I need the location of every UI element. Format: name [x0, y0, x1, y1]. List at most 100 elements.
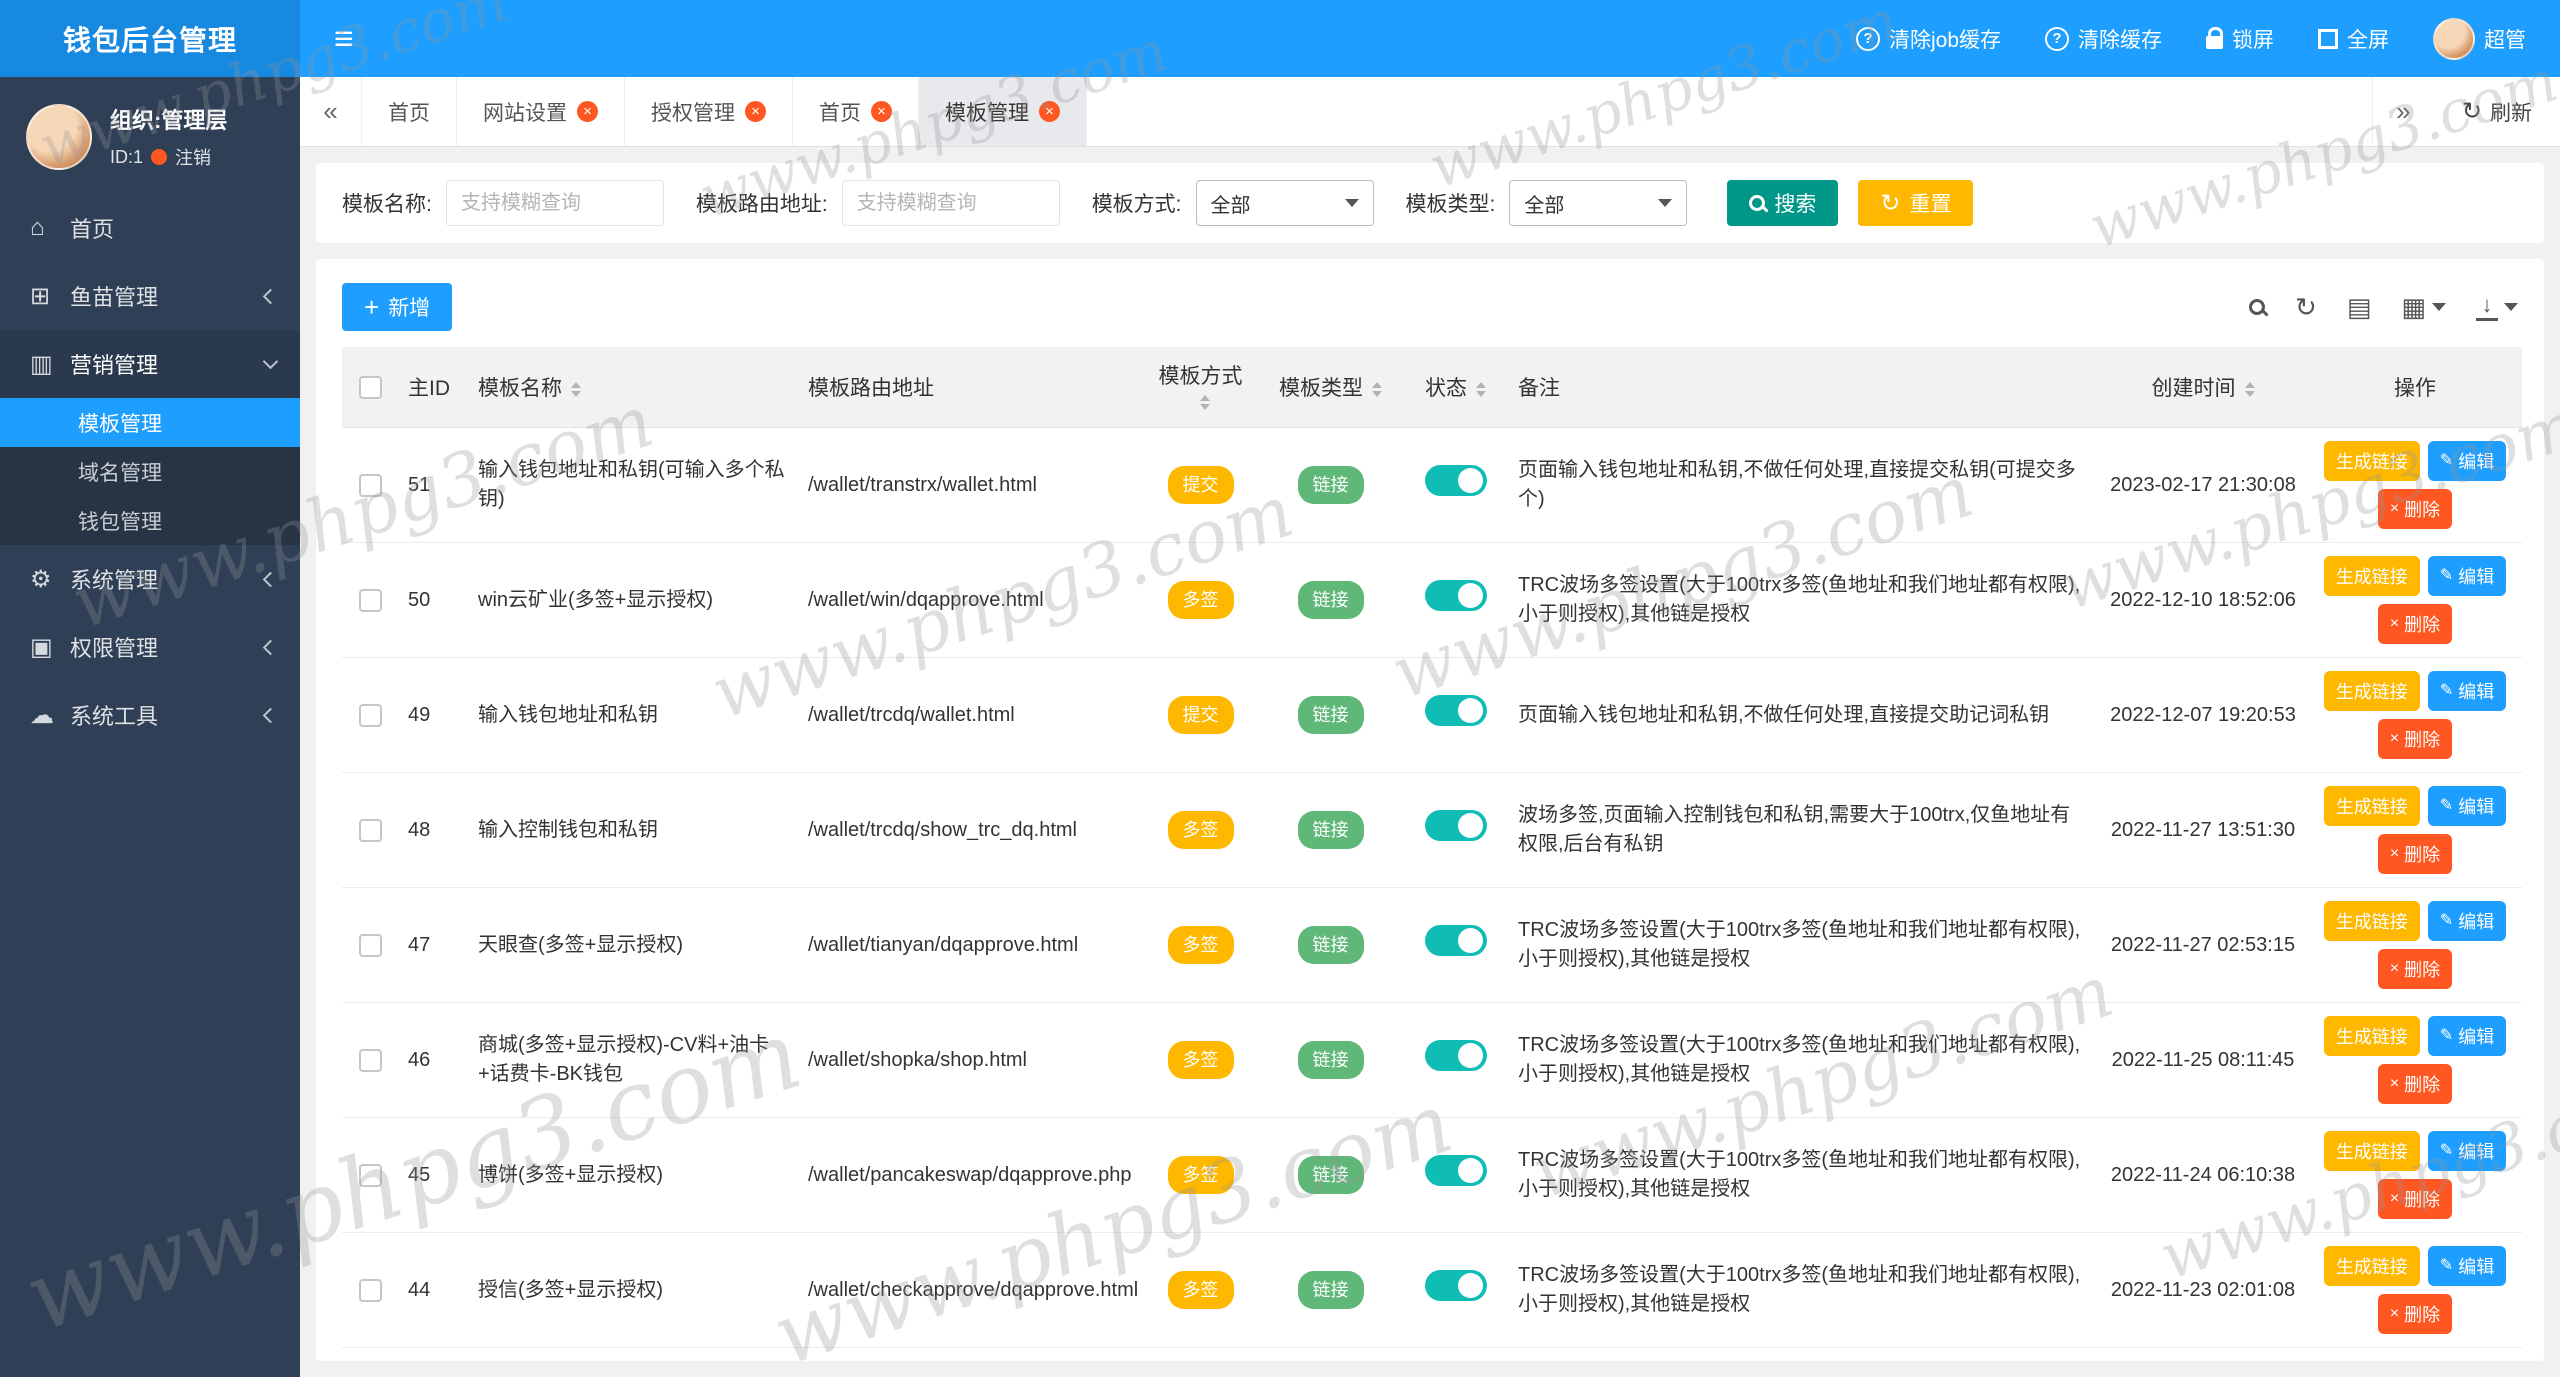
edit-button[interactable]: ✎ 编辑 [2427, 441, 2507, 481]
edit-button[interactable]: ✎ 编辑 [2427, 1131, 2507, 1171]
generate-link-button[interactable]: 生成链接 [2323, 441, 2420, 481]
mode-badge: 多签 [1167, 580, 1234, 620]
delete-button[interactable]: × 删除 [2377, 604, 2453, 644]
refresh-tab-button[interactable]: ↻ 刷新 [2434, 77, 2560, 146]
sidebar-item-system-tools[interactable]: ☁ 系统工具 [0, 681, 300, 749]
sidebar-item-wallet-management[interactable]: 钱包管理 [0, 496, 300, 545]
tab-label: 首页 [388, 101, 430, 125]
delete-button[interactable]: × 删除 [2377, 834, 2453, 874]
row-id: 48 [408, 818, 431, 841]
row-checkbox[interactable] [358, 473, 382, 497]
edit-button[interactable]: ✎ 编辑 [2427, 671, 2507, 711]
lock-screen-button[interactable]: 锁屏 [2206, 24, 2274, 54]
template-route: /wallet/shopka/shop.html [808, 1048, 1028, 1071]
clear-cache-button[interactable]: ? 清除缓存 [2045, 24, 2162, 54]
close-icon[interactable]: × [577, 101, 598, 122]
sidebar-item-system-management[interactable]: ⚙ 系统管理 [0, 545, 300, 613]
detail-view-icon[interactable]: ▤ [2347, 292, 2372, 323]
status-toggle[interactable] [1424, 1270, 1487, 1301]
sidebar-item-domain-management[interactable]: 域名管理 [0, 447, 300, 496]
sidebar-item-template-management[interactable]: 模板管理 [0, 398, 300, 447]
generate-link-button[interactable]: 生成链接 [2323, 671, 2420, 711]
edit-button[interactable]: ✎ 编辑 [2427, 1246, 2507, 1286]
template-mode-select[interactable]: 全部 [1195, 180, 1374, 226]
search-button[interactable]: 搜索 [1727, 180, 1839, 226]
sort-icon[interactable] [1372, 381, 1382, 397]
status-toggle[interactable] [1424, 925, 1487, 956]
delete-button[interactable]: × 删除 [2377, 1294, 2453, 1334]
sort-icon[interactable] [571, 381, 581, 397]
edit-button[interactable]: ✎ 编辑 [2427, 786, 2507, 826]
sidebar-item-permission-management[interactable]: ▣ 权限管理 [0, 613, 300, 681]
tab-authorization[interactable]: 授权管理 × [625, 77, 793, 146]
delete-button[interactable]: × 删除 [2377, 1179, 2453, 1219]
row-checkbox[interactable] [358, 818, 382, 842]
row-checkbox[interactable] [358, 933, 382, 957]
status-toggle[interactable] [1424, 580, 1487, 611]
sidebar-item-home[interactable]: ⌂ 首页 [0, 194, 300, 262]
tab-home-2[interactable]: 首页 × [793, 77, 919, 146]
generate-link-button[interactable]: 生成链接 [2323, 1131, 2420, 1171]
delete-button[interactable]: × 删除 [2377, 1064, 2453, 1104]
row-remark: 波场多签,页面输入控制钱包和私钥,需要大于100trx,仅鱼地址有权限,后台有私… [1518, 804, 2071, 855]
export-icon[interactable]: ↓ [2476, 293, 2518, 321]
generate-link-button[interactable]: 生成链接 [2323, 556, 2420, 596]
reset-button[interactable]: ↻ 重置 [1858, 180, 1974, 226]
sidebar-item-fish-management[interactable]: ⊞ 鱼苗管理 [0, 262, 300, 330]
status-toggle[interactable] [1424, 465, 1487, 496]
search-icon[interactable] [2249, 299, 2266, 315]
tab-template-management[interactable]: 模板管理 × [919, 77, 1087, 146]
template-type-select[interactable]: 全部 [1509, 180, 1688, 226]
status-toggle[interactable] [1424, 695, 1487, 726]
generate-link-button[interactable]: 生成链接 [2323, 786, 2420, 826]
table-row: 47 天眼查(多签+显示授权) /wallet/tianyan/dqapprov… [342, 887, 2522, 1003]
delete-button[interactable]: × 删除 [2377, 949, 2453, 989]
refresh-icon[interactable]: ↻ [2295, 292, 2317, 323]
mode-badge: 多签 [1167, 925, 1234, 965]
generate-link-button[interactable]: 生成链接 [2323, 1016, 2420, 1056]
row-checkbox[interactable] [358, 588, 382, 612]
delete-button[interactable]: × 删除 [2377, 719, 2453, 759]
tab-home[interactable]: 首页 [362, 77, 457, 146]
edit-button[interactable]: ✎ 编辑 [2427, 556, 2507, 596]
delete-label: 删除 [2404, 615, 2441, 635]
status-toggle[interactable] [1424, 810, 1487, 841]
row-actions: 生成链接 ✎ 编辑 × 删除 [2318, 901, 2512, 989]
menu-toggle-icon[interactable]: ≡ [334, 22, 354, 56]
close-icon[interactable]: × [871, 101, 892, 122]
edit-button[interactable]: ✎ 编辑 [2427, 901, 2507, 941]
columns-icon[interactable]: ▦ [2401, 292, 2446, 323]
logout-link[interactable]: 注销 [175, 144, 211, 170]
template-type-label: 模板类型: [1405, 193, 1496, 216]
close-icon[interactable]: × [745, 101, 766, 122]
row-checkbox[interactable] [358, 1278, 382, 1302]
row-checkbox[interactable] [358, 1163, 382, 1187]
status-toggle[interactable] [1424, 1155, 1487, 1186]
status-toggle[interactable] [1424, 1040, 1487, 1071]
template-route-input[interactable] [841, 180, 1060, 226]
sort-icon[interactable] [2244, 381, 2255, 397]
edit-icon: ✎ [2439, 682, 2454, 699]
tabs-scroll-right-icon[interactable]: » [2371, 77, 2434, 146]
row-checkbox[interactable] [358, 703, 382, 727]
type-badge: 链接 [1297, 695, 1364, 735]
edit-label: 编辑 [2458, 912, 2495, 932]
select-all-checkbox[interactable] [358, 375, 382, 399]
tabs-scroll-left-icon[interactable]: « [300, 77, 362, 146]
sidebar-item-marketing[interactable]: ▥ 营销管理 [0, 330, 300, 398]
clear-job-cache-button[interactable]: ? 清除job缓存 [1855, 24, 2001, 54]
generate-link-button[interactable]: 生成链接 [2323, 901, 2420, 941]
delete-button[interactable]: × 删除 [2377, 489, 2453, 529]
type-badge: 链接 [1297, 810, 1364, 850]
row-checkbox[interactable] [358, 1048, 382, 1072]
user-menu[interactable]: 超管 [2433, 17, 2526, 60]
sort-icon[interactable] [1476, 381, 1486, 397]
sort-icon[interactable] [1200, 394, 1210, 410]
edit-button[interactable]: ✎ 编辑 [2427, 1016, 2507, 1056]
add-button[interactable]: + 新增 [342, 283, 453, 331]
template-name-input[interactable] [445, 180, 664, 226]
generate-link-button[interactable]: 生成链接 [2323, 1246, 2420, 1286]
close-icon[interactable]: × [1039, 101, 1060, 122]
fullscreen-button[interactable]: 全屏 [2318, 24, 2389, 54]
tab-site-settings[interactable]: 网站设置 × [457, 77, 625, 146]
